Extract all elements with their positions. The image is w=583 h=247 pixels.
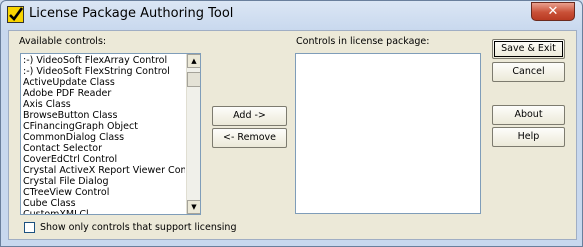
checkmark-app-icon <box>7 6 24 23</box>
list-item[interactable]: Cube Class <box>23 198 185 209</box>
close-icon: ✕ <box>547 4 559 19</box>
list-item[interactable]: BrowseButton Class <box>23 110 185 121</box>
list-item[interactable]: CFinancingGraph Object <box>23 121 185 132</box>
available-controls-items: :-) VideoSoft FlexArray Control:-) Video… <box>23 55 185 214</box>
scroll-up-icon[interactable]: ▲ <box>187 54 200 68</box>
available-controls-scrollbar[interactable]: ▲ ▼ <box>186 54 200 214</box>
list-item[interactable]: :-) VideoSoft FlexArray Control <box>23 55 185 66</box>
list-item[interactable]: Contact Selector <box>23 143 185 154</box>
dialog-body: Available controls: :-) VideoSoft FlexAr… <box>8 30 577 240</box>
list-item[interactable]: Crystal File Dialog <box>23 176 185 187</box>
list-item[interactable]: CommonDialog Class <box>23 132 185 143</box>
list-item[interactable]: CoverEdCtrl Control <box>23 154 185 165</box>
remove-button[interactable]: <- Remove <box>212 128 287 148</box>
list-item[interactable]: :-) VideoSoft FlexString Control <box>23 66 185 77</box>
save-exit-button[interactable]: Save & Exit <box>492 39 565 59</box>
package-controls-list[interactable] <box>295 53 481 214</box>
list-item[interactable]: Axis Class <box>23 99 185 110</box>
available-controls-label: Available controls: <box>19 36 107 47</box>
scroll-down-icon[interactable]: ▼ <box>187 200 200 214</box>
about-button[interactable]: About <box>492 105 565 125</box>
list-item[interactable]: CustomXMLCl <box>23 209 185 214</box>
list-item[interactable]: Crystal ActiveX Report Viewer Con <box>23 165 185 176</box>
list-item[interactable]: CTreeView Control <box>23 187 185 198</box>
title-bar[interactable]: License Package Authoring Tool ✕ <box>1 1 582 28</box>
help-button[interactable]: Help <box>492 127 565 147</box>
window-title: License Package Authoring Tool <box>29 6 234 21</box>
main-window: License Package Authoring Tool ✕ Availab… <box>0 0 583 247</box>
licensing-only-label[interactable]: Show only controls that support licensin… <box>40 222 236 233</box>
list-item[interactable]: ActiveUpdate Class <box>23 77 185 88</box>
available-controls-list[interactable]: :-) VideoSoft FlexArray Control:-) Video… <box>20 53 201 215</box>
cancel-button[interactable]: Cancel <box>492 62 565 82</box>
close-button[interactable]: ✕ <box>531 2 575 21</box>
list-item[interactable]: Adobe PDF Reader <box>23 88 185 99</box>
scroll-thumb[interactable] <box>187 72 200 87</box>
add-button[interactable]: Add -> <box>212 106 287 126</box>
licensing-only-checkbox[interactable] <box>24 222 35 233</box>
package-controls-label: Controls in license package: <box>296 36 430 47</box>
